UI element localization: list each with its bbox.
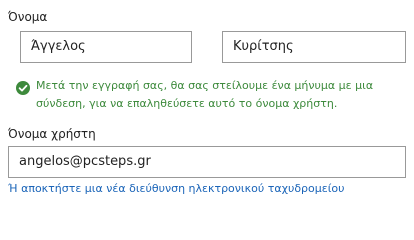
signup-form: Όνομα Άγγελος Κυρίτσης Μετά την εγγραφή … bbox=[0, 0, 414, 210]
username-label: Όνομα χρήστη bbox=[8, 127, 96, 141]
name-label: Όνομα bbox=[8, 10, 48, 24]
verification-notice-text: Μετά την εγγραφή σας, θα σας στείλουμε έ… bbox=[36, 79, 374, 110]
last-name-input[interactable]: Κυρίτσης bbox=[222, 31, 406, 63]
check-circle-icon bbox=[16, 81, 30, 95]
username-input[interactable]: angelos@pcsteps.gr bbox=[8, 146, 406, 178]
first-name-input[interactable]: Άγγελος bbox=[20, 31, 192, 63]
verification-notice: Μετά την εγγραφή σας, θα σας στείλουμε έ… bbox=[16, 77, 406, 113]
new-email-link[interactable]: Ή αποκτήστε μια νέα διεύθυνση ηλεκτρονικ… bbox=[8, 181, 345, 197]
